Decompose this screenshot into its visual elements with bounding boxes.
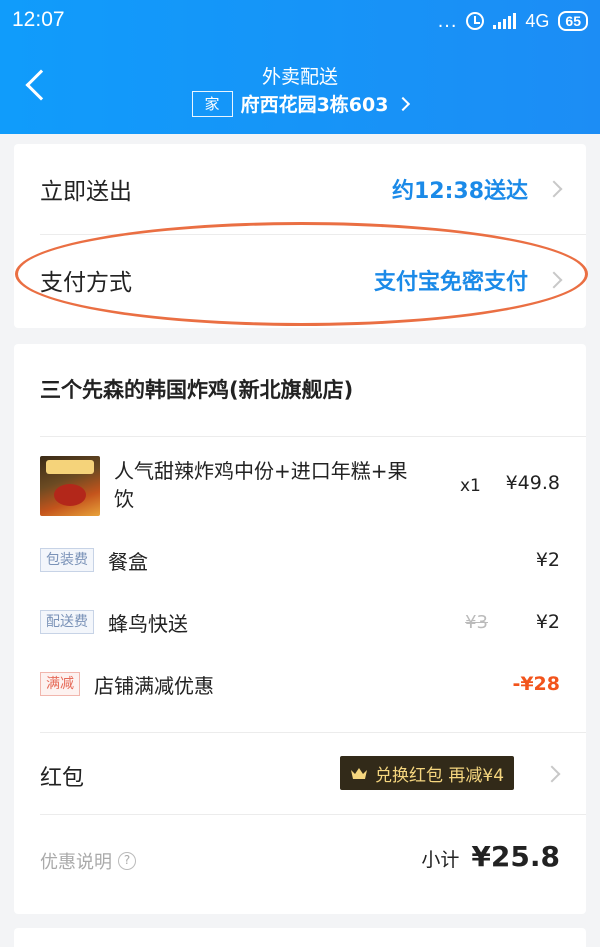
chevron-right-icon <box>545 180 563 198</box>
battery-icon: 65 <box>558 11 588 31</box>
next-card <box>14 928 586 947</box>
discount-info-label: 优惠说明 <box>40 852 112 873</box>
network-type: 4G <box>525 10 550 31</box>
crown-icon <box>350 767 368 779</box>
payment-method-row[interactable]: 支付方式 支付宝免密支付 <box>14 235 586 325</box>
fee-row-packaging: 包装费 餐盒 ¥2 <box>40 543 560 577</box>
item-name: 人气甜辣炸鸡中份+进口年糕+果饮 <box>114 459 408 511</box>
fee-amount: ¥2 <box>535 611 560 633</box>
status-icons: ... 4G 65 <box>438 9 588 33</box>
item-price: ¥49.8 <box>505 472 560 494</box>
delivery-time-row[interactable]: 立即送出 约12:38送达 <box>14 144 586 234</box>
item-thumbnail <box>40 456 100 516</box>
divider <box>40 732 586 733</box>
chevron-right-icon <box>396 96 411 111</box>
fee-label: 餐盒 <box>108 549 148 574</box>
delivery-card: 立即送出 约12:38送达 支付方式 支付宝免密支付 <box>14 144 586 328</box>
delivery-time-value: 约12:38送达 <box>391 179 528 204</box>
top-header: 12:07 ... 4G 65 外卖配送 家 府西花园3栋603 <box>0 0 600 134</box>
status-bar: 12:07 ... 4G 65 <box>0 0 600 42</box>
fee-row-discount: 满减 店铺满减优惠 -¥28 <box>40 667 560 701</box>
page-title: 外卖配送 <box>261 66 338 88</box>
divider <box>40 436 586 437</box>
fee-original-price: ¥3 <box>465 611 488 633</box>
divider <box>40 814 586 815</box>
address-tag: 家 <box>191 90 233 117</box>
payment-method-value: 支付宝免密支付 <box>373 270 528 295</box>
red-packet-badge-text: 兑换红包 再减¥4 <box>375 765 505 786</box>
help-icon: ? <box>118 852 136 870</box>
subtotal: 小计 ¥25.8 <box>421 840 560 873</box>
address-selector[interactable]: 家 府西花园3栋603 <box>0 90 600 117</box>
fee-tag: 配送费 <box>40 610 94 634</box>
subtotal-amount: ¥25.8 <box>471 840 560 873</box>
alarm-icon <box>466 12 485 30</box>
fee-amount: -¥28 <box>512 673 560 695</box>
subtotal-label: 小计 <box>421 849 460 871</box>
fee-tag: 包装费 <box>40 548 94 572</box>
order-card: 三个先森的韩国炸鸡(新北旗舰店) 人气甜辣炸鸡中份+进口年糕+果饮 x1 ¥49… <box>14 344 586 914</box>
payment-method-label: 支付方式 <box>40 270 132 296</box>
chevron-right-icon <box>545 271 563 289</box>
more-dots-icon: ... <box>437 10 458 32</box>
redeem-red-packet-button[interactable]: 兑换红包 再减¥4 <box>340 756 515 790</box>
shop-name: 三个先森的韩国炸鸡(新北旗舰店) <box>40 378 354 402</box>
fee-label: 店铺满减优惠 <box>94 673 214 698</box>
item-quantity: x1 <box>460 476 481 496</box>
fee-label: 蜂鸟快送 <box>108 611 188 636</box>
status-time: 12:07 <box>12 8 65 31</box>
chevron-right-icon[interactable] <box>543 765 561 783</box>
delivery-time-label: 立即送出 <box>40 179 132 205</box>
discount-info[interactable]: 优惠说明 ? <box>40 848 136 874</box>
fee-tag: 满减 <box>40 672 80 696</box>
fee-amount: ¥2 <box>535 549 560 571</box>
red-packet-label: 红包 <box>40 766 85 791</box>
fee-row-delivery: 配送费 蜂鸟快送 ¥3 ¥2 <box>40 605 560 639</box>
signal-icon <box>493 13 517 29</box>
address-text: 府西花园3栋603 <box>240 94 389 116</box>
